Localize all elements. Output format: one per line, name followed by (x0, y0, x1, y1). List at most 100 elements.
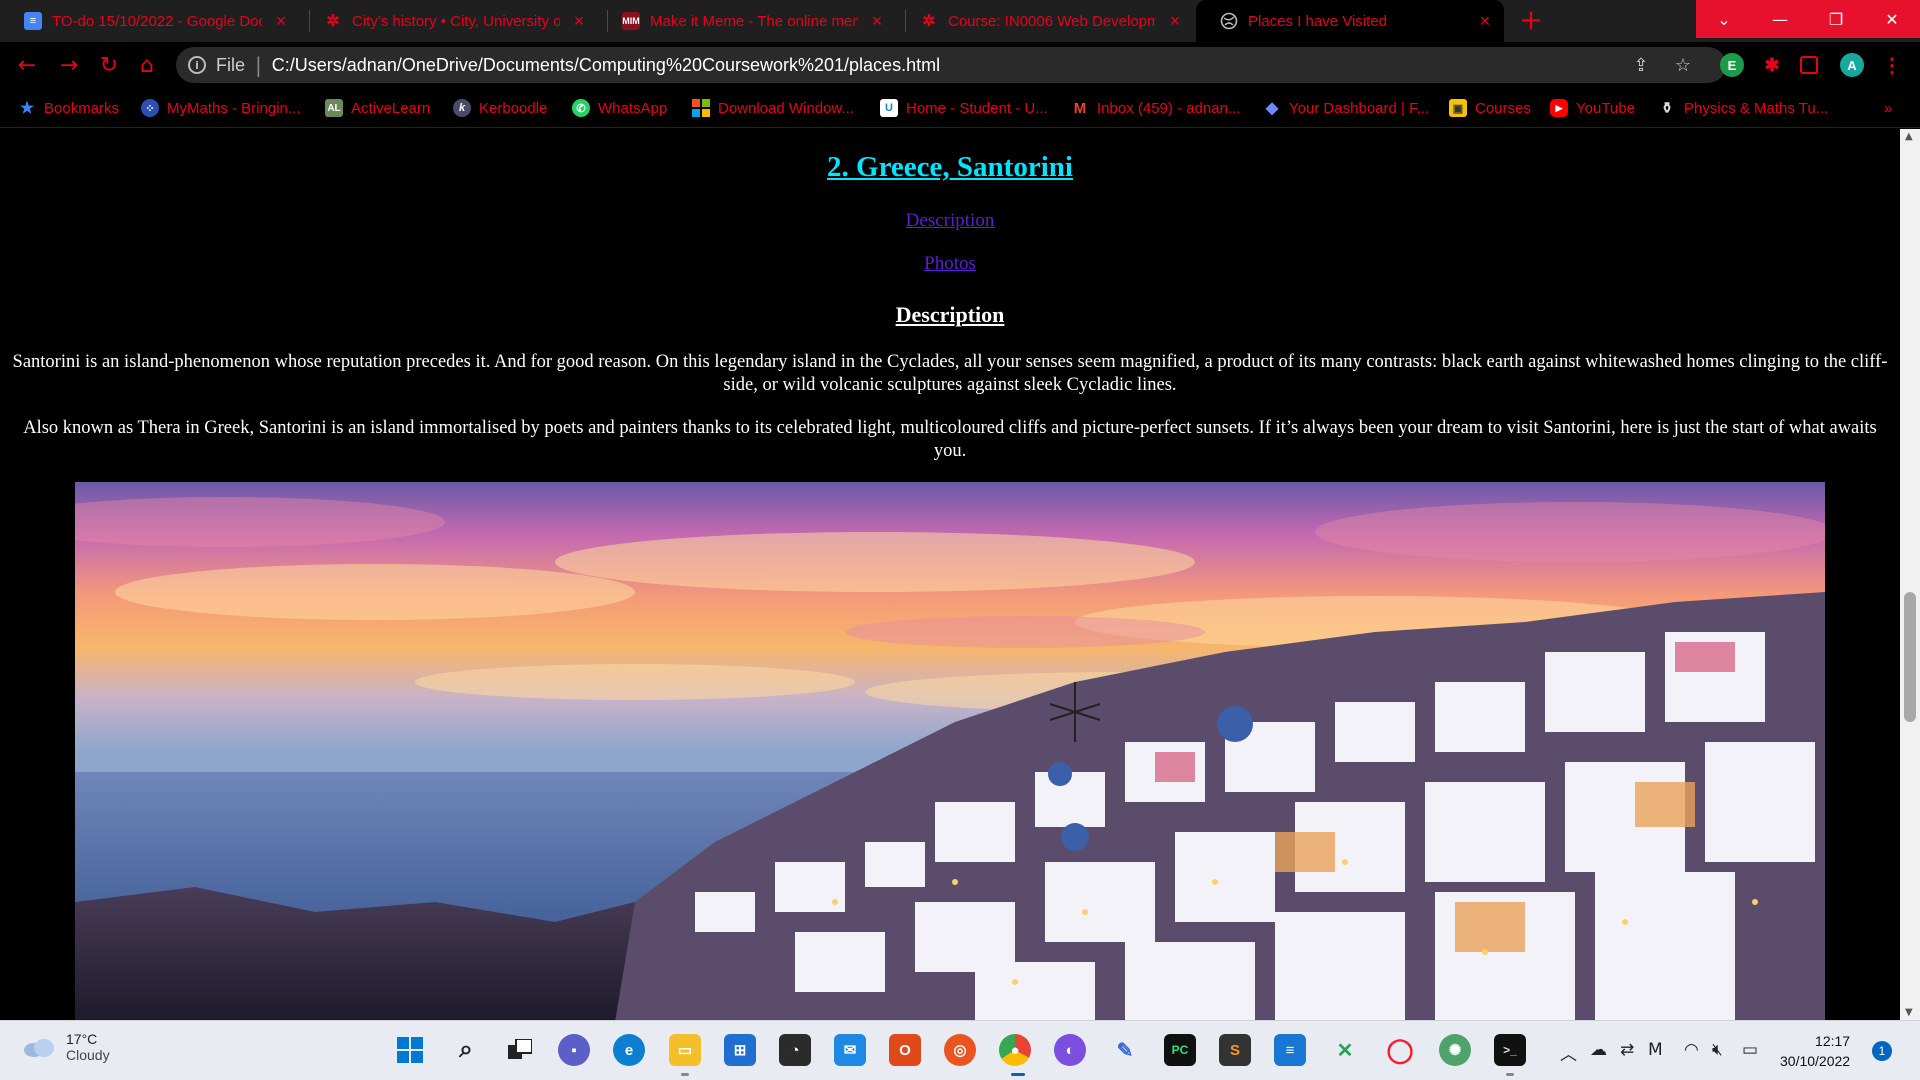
activelearn-icon: AL (325, 99, 343, 117)
chat-icon[interactable]: ▪ (558, 1034, 590, 1066)
youtube-icon: ▶ (1550, 99, 1568, 117)
bookmark-label: Bookmarks (44, 99, 120, 117)
toc-link-description[interactable]: Description (0, 210, 1900, 232)
restore-button[interactable]: ❐ (1808, 0, 1864, 38)
ubuntu-icon[interactable]: ◎ (944, 1034, 976, 1066)
toc-link-photos[interactable]: Photos (0, 253, 1900, 275)
close-icon[interactable]: × (570, 11, 588, 32)
globe-icon (1220, 12, 1238, 30)
bookmark-item[interactable]: ◆ Your Dashboard | F... (1263, 96, 1429, 120)
active-indicator (1011, 1073, 1025, 1076)
bookmark-star-icon[interactable]: ☆ (1672, 54, 1694, 76)
page-scrollbar[interactable]: ▲ ▼ (1900, 129, 1920, 1020)
gmail-tray-icon[interactable]: M (1648, 1040, 1663, 1060)
address-bar[interactable]: i File | C:/Users/adnan/OneDrive/Documen… (176, 47, 1726, 83)
edge-icon[interactable]: e (613, 1034, 645, 1066)
close-icon[interactable]: × (272, 11, 290, 32)
scroll-up-arrow-icon[interactable]: ▲ (1905, 131, 1913, 142)
bookmark-item[interactable]: k Kerboodle (453, 96, 547, 120)
bookmark-item[interactable]: AL ActiveLearn (325, 96, 430, 120)
home-button[interactable]: ⌂ (132, 50, 162, 80)
info-icon[interactable]: i (188, 56, 206, 74)
opera-icon[interactable]: ◯ (1384, 1034, 1416, 1066)
forward-button[interactable]: → (54, 50, 84, 80)
new-tab-button[interactable]: + (1516, 6, 1546, 36)
pycharm-icon[interactable]: PC (1164, 1034, 1196, 1066)
reload-button[interactable]: ↻ (94, 50, 124, 80)
address-url[interactable]: C:/Users/adnan/OneDrive/Documents/Comput… (272, 55, 940, 76)
dashboard-icon: ◆ (1265, 100, 1279, 117)
bookmark-item[interactable]: U Home - Student - U... (880, 96, 1048, 120)
close-window-button[interactable]: ✕ (1864, 0, 1920, 38)
volume-muted-icon[interactable]: 🔇︎ (1712, 1040, 1723, 1060)
scrollbar-thumb[interactable] (1904, 592, 1916, 722)
windows-taskbar: 17°C Cloudy ⌕ ▪ e ▭ ⊞ ◔ ✉ O ◎ ● ◐ ✎ PC S… (0, 1020, 1920, 1080)
bookmark-label: YouTube (1576, 99, 1635, 117)
close-icon[interactable]: × (1166, 11, 1184, 32)
moodle-icon: ✲ (922, 13, 936, 30)
close-icon[interactable]: × (868, 11, 886, 32)
weather-widget[interactable]: 17°C Cloudy (22, 1031, 110, 1063)
bookmark-item[interactable]: Download Window... (692, 96, 854, 120)
weather-condition: Cloudy (66, 1047, 110, 1063)
bookmark-item[interactable]: ✆ WhatsApp (572, 96, 667, 120)
search-icon[interactable]: ⌕ (450, 1034, 482, 1066)
tab-places-visited[interactable]: Places I have Visited × (1196, 0, 1504, 42)
sublime-icon[interactable]: S (1219, 1034, 1251, 1066)
excel-tool-icon[interactable]: ✕ (1329, 1034, 1361, 1066)
bookmark-item[interactable]: M Inbox (459) - adnan... (1071, 96, 1241, 120)
extensions-puzzle-icon[interactable]: ✱ (1760, 53, 1784, 77)
tab-course-web-dev[interactable]: ✲ Course: IN0006 Web Developme × (896, 0, 1194, 42)
bookmark-item[interactable]: ⚱ Physics & Maths Tu... (1658, 96, 1829, 120)
share-icon[interactable]: ⇪ (1630, 54, 1652, 76)
terminal-icon[interactable]: >_ (1494, 1034, 1526, 1066)
onedrive-icon[interactable]: ☁ (1590, 1040, 1607, 1060)
profile-avatar[interactable]: A (1840, 53, 1864, 77)
mail-icon[interactable]: ✉ (834, 1034, 866, 1066)
notepad-icon[interactable]: ≡ (1274, 1034, 1306, 1066)
section-heading: Description (895, 302, 1005, 327)
tab-city-history[interactable]: ✲ City's history • City, University of × (300, 0, 598, 42)
browser-app-icon[interactable]: ◐ (1054, 1034, 1086, 1066)
network-adapter-icon[interactable]: ⇄ (1620, 1040, 1634, 1060)
python-file-icon[interactable]: ✎ (1109, 1034, 1141, 1066)
file-explorer-icon[interactable]: ▭ (669, 1034, 701, 1066)
clock-date: 30/10/2022 (1780, 1053, 1851, 1069)
paragraph: Santorini is an island-phenomenon whose … (12, 352, 1888, 395)
start-button[interactable] (394, 1034, 426, 1066)
bookmark-item[interactable]: ⁘ MyMaths - Bringin... (141, 96, 300, 120)
speedtest-icon[interactable]: ◔ (779, 1034, 811, 1066)
system-clock[interactable]: 12:17 30/10/2022 (1780, 1031, 1850, 1071)
bookmarks-overflow-icon[interactable]: » (1884, 96, 1892, 120)
battery-icon[interactable]: ▭ (1742, 1040, 1758, 1060)
store-icon[interactable]: ⊞ (724, 1034, 756, 1066)
extension-e-icon[interactable]: E (1720, 53, 1744, 77)
chrome-icon[interactable]: ● (999, 1034, 1031, 1066)
tray-overflow-icon[interactable]: ︿ (1560, 1040, 1577, 1065)
bookmark-label: WhatsApp (598, 99, 668, 117)
bookmark-label: Physics & Maths Tu... (1684, 99, 1829, 117)
bookmark-label: Home - Student - U... (906, 99, 1048, 117)
bookmark-item[interactable]: ★ Bookmarks (18, 96, 119, 120)
menu-kebab-icon[interactable]: ⋮ (1880, 53, 1904, 77)
bookmark-item[interactable]: ▣ Courses (1449, 96, 1531, 120)
office-icon[interactable]: O (889, 1034, 921, 1066)
tab-google-doc[interactable]: ≡ TO-do 15/10/2022 - Google Doc × (0, 0, 300, 42)
task-view-icon[interactable] (504, 1034, 536, 1066)
tab-search-button[interactable]: ⌄ (1696, 0, 1752, 38)
bookmark-label: Download Window... (718, 99, 854, 117)
atom-icon[interactable]: ✺ (1439, 1034, 1471, 1066)
side-panel-icon[interactable] (1800, 56, 1818, 74)
tab-make-it-meme[interactable]: MIM Make it Meme - The online mem × (598, 0, 896, 42)
windows-icon (692, 99, 710, 117)
bookmark-item[interactable]: ▶ YouTube (1550, 96, 1635, 120)
place-title[interactable]: 2. Greece, Santorini (0, 151, 1900, 184)
back-button[interactable]: ← (12, 50, 42, 80)
notification-badge[interactable]: 1 (1872, 1041, 1892, 1061)
wifi-icon[interactable]: ◠ (1684, 1040, 1699, 1060)
kerboodle-icon: k (453, 99, 471, 117)
bookmark-label: Kerboodle (479, 99, 548, 117)
minimize-button[interactable]: — (1752, 0, 1808, 38)
close-icon[interactable]: × (1476, 11, 1494, 32)
scroll-down-arrow-icon[interactable]: ▼ (1905, 1007, 1913, 1018)
